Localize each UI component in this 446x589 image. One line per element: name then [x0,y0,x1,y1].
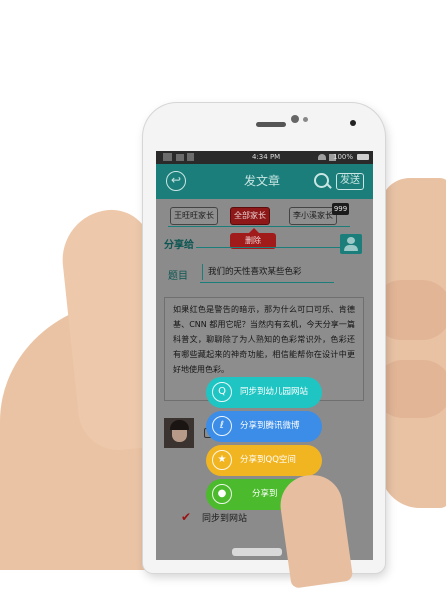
sync-checkbox[interactable]: ✔ [181,511,191,523]
title-input[interactable]: 我们的天性喜欢某些色彩 [202,264,338,280]
contact-picker-icon[interactable] [340,234,362,254]
notification-icon [187,153,194,161]
send-button[interactable]: 发送 [336,173,364,190]
share-option-label: 分享到QQ空间 [240,455,296,465]
share-option-qzone[interactable]: ★ 分享到QQ空间 [206,445,322,476]
share-to-label: 分享给 [164,240,194,251]
notification-icon [176,154,184,161]
share-option-tencent-weibo[interactable]: ℓ 分享到腾讯微博 [206,411,322,442]
divider [196,247,348,248]
title-field-label: 题目 [168,271,188,282]
share-option-label: 分享到腾讯微博 [240,421,300,431]
recipient-chip-selected[interactable]: 全部家长 [230,207,270,225]
share-option-kindergarten-site[interactable]: Q 同步到幼儿园网站 [206,377,322,408]
sync-label: 同步到网站 [202,514,248,524]
wifi-icon [318,154,326,160]
qzone-star-icon: ★ [212,450,232,470]
page-title: 发文章 [244,174,281,188]
divider [168,226,350,227]
phone-sensor [303,117,308,122]
back-button[interactable]: ↩ [166,171,186,191]
phone-home-button[interactable] [232,548,282,556]
search-icon[interactable] [314,173,329,188]
q-icon: Q [212,382,232,402]
phone-front-camera [291,115,299,123]
status-time: 4:34 PM [252,153,281,161]
status-bar: 4:34 PM 100% [156,151,373,164]
notification-icon [163,153,172,161]
phone-speaker [256,122,286,127]
wechat-icon: ● [212,484,232,504]
attached-photo-thumbnail[interactable] [164,418,194,448]
battery-icon [357,154,369,160]
phone-sensor [350,120,356,126]
recipient-chip[interactable]: 王旺旺家长 [170,207,218,225]
recipient-chip[interactable]: 李小溪家长 [289,207,337,225]
app-bar: ↩ 发文章 发送 [156,164,373,199]
share-option-label: 同步到幼儿园网站 [240,387,309,397]
recipient-count-badge: 999 [332,203,349,215]
hand-fingers-back [380,178,446,508]
divider [200,282,334,283]
battery-percent: 100% [332,153,353,161]
tencent-weibo-icon: ℓ [212,416,232,436]
share-option-label: 分享到 [252,489,278,499]
